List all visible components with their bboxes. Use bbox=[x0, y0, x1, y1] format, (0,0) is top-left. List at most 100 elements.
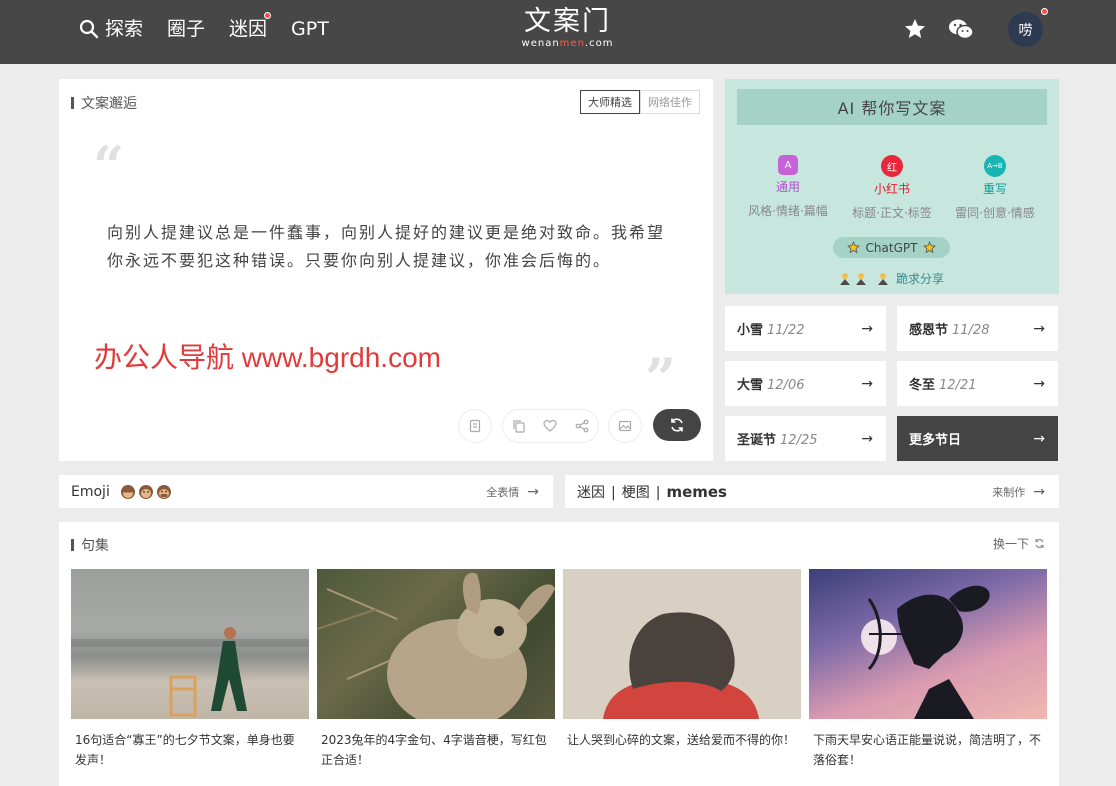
article-card[interactable]: 让人哭到心碎的文案，送给爱而不得的你！ bbox=[563, 569, 801, 750]
festival-name-text: 感恩节 bbox=[909, 323, 949, 338]
search-icon bbox=[79, 19, 99, 39]
festival-card[interactable]: 小雪 11/22 → bbox=[725, 306, 886, 351]
article-thumbnail bbox=[563, 569, 801, 719]
article-title: 2023兔年的4字金句、4字谐音梗，写红包正合适！ bbox=[321, 733, 547, 767]
sentence-collection-title: 句集 bbox=[71, 535, 109, 555]
festival-date: 11/28 bbox=[952, 323, 990, 338]
more-festivals-label: 更多节日 bbox=[909, 433, 962, 448]
article-card[interactable]: 2023兔年的4字金句、4字谐音梗，写红包正合适！ bbox=[317, 569, 555, 770]
ai-mode-rewrite-desc: 雷同·创意·情感 bbox=[955, 206, 1035, 220]
festival-name-text: 小雪 bbox=[737, 323, 764, 338]
bookmark-icon bbox=[469, 419, 481, 433]
logo-domain-c: .com bbox=[584, 38, 614, 49]
ai-mode-xiaohongshu-label: 小红书 bbox=[873, 182, 910, 196]
ai-mode-general-label: 通用 bbox=[775, 180, 800, 194]
watermark-text: 办公人导航 www.bgrdh.com bbox=[94, 342, 441, 373]
ai-mode-general-desc: 风格·情绪·篇幅 bbox=[748, 204, 828, 218]
ai-mode-xiaohongshu-desc: 标题·正文·标签 bbox=[852, 206, 932, 220]
ai-write-button[interactable]: AI 帮你写文案 bbox=[737, 89, 1047, 125]
shuffle-button[interactable]: 换一下 bbox=[993, 535, 1045, 552]
cupid-statue-image bbox=[861, 585, 990, 719]
nav-circle-label: 圈子 bbox=[167, 18, 206, 40]
general-icon: A bbox=[778, 155, 798, 175]
article-title: 16句适合“寡王”的七夕节文案，单身也要发声！ bbox=[75, 733, 295, 767]
heart-icon[interactable] bbox=[543, 419, 558, 433]
woman-on-beach-image bbox=[71, 627, 309, 717]
avatar-text: 唠 bbox=[1018, 22, 1033, 39]
all-emojis-label: 全表情 bbox=[486, 485, 520, 499]
main-nav: 探索 圈子 迷因 GPT bbox=[79, 12, 353, 41]
nav-gpt-label: GPT bbox=[291, 18, 329, 40]
festival-name: 圣诞节 12/25 bbox=[737, 429, 817, 448]
festival-name-text: 冬至 bbox=[909, 378, 936, 393]
all-emojis-link[interactable]: 全表情 → bbox=[486, 484, 539, 500]
bookmark-button[interactable] bbox=[458, 409, 492, 443]
star-icon bbox=[846, 241, 860, 254]
avatar-notification-dot bbox=[1041, 8, 1048, 15]
emoji-title-text: Emoji bbox=[71, 483, 110, 500]
site-logo[interactable]: 文案门 wenanmen.com bbox=[521, 6, 614, 50]
ai-mode-xiaohongshu[interactable]: 红 小红书 标题·正文·标签 bbox=[842, 155, 942, 221]
ai-writer-panel: AI 帮你写文案 A 通用 风格·情绪·篇幅 红 小红书 标题·正文·标签 A→… bbox=[725, 79, 1059, 294]
quote-panel-title: 文案邂逅 bbox=[71, 93, 137, 113]
make-meme-link[interactable]: 来制作 → bbox=[992, 484, 1045, 500]
festival-card[interactable]: 大雪 12/06 → bbox=[725, 361, 886, 406]
girl-back-image bbox=[603, 612, 759, 719]
chatgpt-label: ChatGPT bbox=[865, 240, 918, 255]
meme-title-a: 迷因 bbox=[577, 484, 605, 501]
meme-bar: 迷因 | 梗图 | memes 来制作 → bbox=[565, 475, 1059, 508]
copy-icon[interactable] bbox=[512, 419, 526, 433]
festival-card[interactable]: 圣诞节 12/25 → bbox=[725, 416, 886, 461]
festival-card[interactable]: 冬至 12/21 → bbox=[897, 361, 1058, 406]
refresh-quote-button[interactable] bbox=[653, 409, 701, 441]
nav-meme[interactable]: 迷因 bbox=[229, 12, 272, 41]
arrow-icon: → bbox=[861, 430, 873, 447]
logo-text: 文案门 bbox=[524, 6, 611, 37]
sentence-collection: 句集 换一下 16句适合“寡王”的七夕节文案，单身也要发声！ 2023兔年的4字… bbox=[59, 522, 1059, 786]
article-card[interactable]: 16句适合“寡王”的七夕节文案，单身也要发声！ bbox=[71, 569, 309, 770]
arrow-icon: → bbox=[1033, 430, 1045, 447]
monkey-emojis bbox=[120, 484, 172, 500]
share-label: 跪求分享 bbox=[896, 272, 945, 286]
article-title: 让人哭到心碎的文案，送给爱而不得的你！ bbox=[567, 733, 796, 747]
avatar[interactable]: 唠 bbox=[1008, 12, 1043, 47]
open-quote-mark: “ bbox=[93, 134, 125, 198]
nav-explore[interactable]: 探索 bbox=[79, 17, 143, 41]
quote-panel: 文案邂逅 大师精选 网络佳作 “ 向别人提建议总是一件蠢事，向别人提好的建议更是… bbox=[59, 79, 713, 461]
festival-card[interactable]: 感恩节 11/28 → bbox=[897, 306, 1058, 351]
more-festivals-button[interactable]: 更多节日 → bbox=[897, 416, 1058, 461]
divider: | bbox=[611, 484, 616, 501]
nav-gpt[interactable]: GPT bbox=[291, 17, 329, 41]
festival-date: 12/25 bbox=[780, 433, 818, 448]
nav-circle[interactable]: 圈子 bbox=[167, 17, 205, 41]
chatgpt-pill[interactable]: ChatGPT bbox=[833, 237, 950, 258]
ai-mode-rewrite[interactable]: A→B 重写 雷同·创意·情感 bbox=[945, 155, 1045, 221]
action-group bbox=[502, 409, 599, 443]
article-title: 下雨天早安心语正能量说说，简洁明了，不落俗套！ bbox=[813, 733, 1042, 767]
article-card[interactable]: 下雨天早安心语正能量说说，简洁明了，不落俗套！ bbox=[809, 569, 1047, 770]
ai-mode-general[interactable]: A 通用 风格·情绪·篇幅 bbox=[738, 155, 838, 219]
meme-title-b: 梗图 bbox=[621, 484, 650, 501]
kneeling-people-icon bbox=[840, 272, 888, 285]
festival-name-text: 大雪 bbox=[737, 378, 764, 393]
ai-mode-rewrite-label: 重写 bbox=[982, 182, 1007, 196]
festival-date: 12/06 bbox=[767, 378, 805, 393]
tab-master-picks[interactable]: 大师精选 bbox=[580, 90, 640, 114]
image-button[interactable] bbox=[608, 409, 642, 443]
festival-date: 12/21 bbox=[939, 378, 977, 393]
make-meme-label: 来制作 bbox=[992, 485, 1026, 499]
festival-name: 冬至 12/21 bbox=[909, 374, 976, 393]
star-icon[interactable] bbox=[903, 17, 927, 41]
meme-bar-title: 迷因 | 梗图 | memes bbox=[577, 482, 727, 502]
arrow-icon: → bbox=[861, 320, 873, 337]
article-thumbnail bbox=[809, 569, 1047, 719]
tab-web-works[interactable]: 网络佳作 bbox=[640, 90, 700, 114]
refresh-icon bbox=[1035, 538, 1044, 549]
xiaohongshu-icon: 红 bbox=[881, 155, 903, 177]
see-no-evil-monkey-icon bbox=[121, 484, 136, 499]
share-link[interactable]: 跪求分享 bbox=[839, 270, 944, 287]
meme-title-c: memes bbox=[666, 482, 727, 501]
article-thumbnail bbox=[317, 569, 555, 719]
share-icon[interactable] bbox=[575, 419, 589, 433]
wechat-icon[interactable] bbox=[948, 17, 974, 41]
